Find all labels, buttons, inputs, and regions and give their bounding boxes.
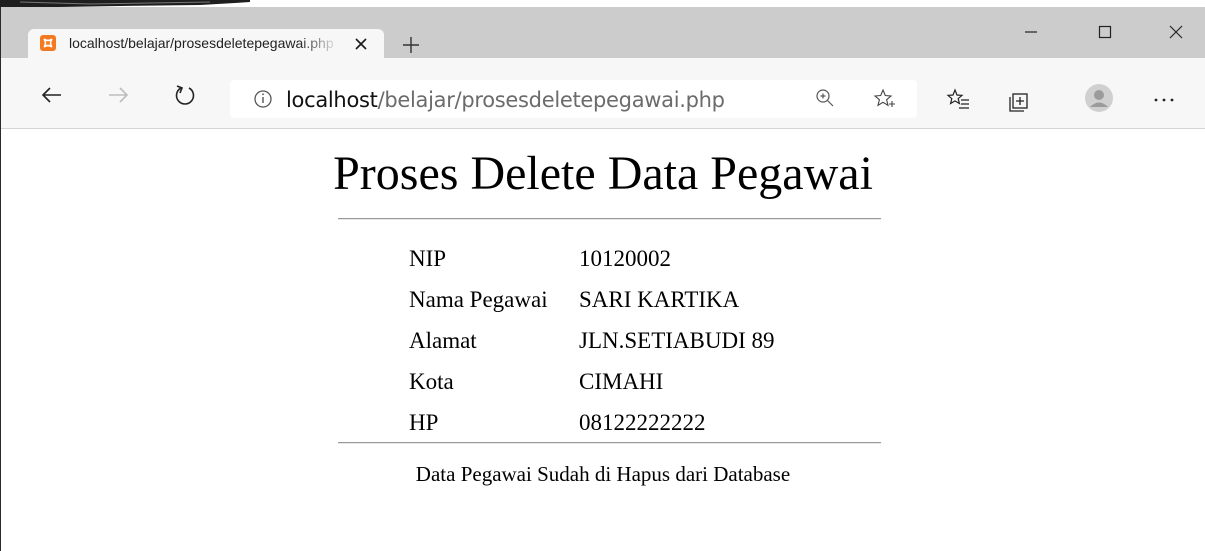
refresh-icon[interactable]: [172, 82, 198, 108]
employee-details-table: NIP 10120002 Nama Pegawai SARI KARTIKA A…: [409, 238, 775, 443]
favorites-list-icon[interactable]: [946, 88, 972, 114]
zoom-icon[interactable]: [812, 85, 838, 111]
divider-top: [338, 218, 881, 220]
more-options-icon[interactable]: [1151, 87, 1177, 113]
table-row: HP 08122222222: [409, 402, 775, 443]
address-bar[interactable]: localhost/belajar/prosesdeletepegawai.ph…: [230, 80, 917, 118]
field-label: Alamat: [409, 327, 477, 353]
browser-tab[interactable]: localhost/belajar/prosesdeletepegawai.ph…: [28, 29, 384, 58]
maximize-icon[interactable]: [1094, 21, 1116, 43]
info-icon[interactable]: [250, 86, 276, 112]
table-row: Alamat JLN.SETIABUDI 89: [409, 320, 775, 361]
desktop-background-fragment: [0, 0, 250, 7]
browser-toolbar: localhost/belajar/prosesdeletepegawai.ph…: [1, 58, 1205, 129]
field-value: 08122222222: [579, 409, 706, 435]
field-value: 10120002: [579, 245, 671, 271]
url-text[interactable]: localhost/belajar/prosesdeletepegawai.ph…: [286, 88, 725, 112]
url-host: localhost: [286, 88, 378, 112]
table-row: NIP 10120002: [409, 238, 775, 279]
close-tab-icon[interactable]: [350, 33, 372, 55]
tab-strip: localhost/belajar/prosesdeletepegawai.ph…: [1, 7, 1205, 58]
table-row: Nama Pegawai SARI KARTIKA: [409, 279, 775, 320]
field-label: Nama Pegawai: [409, 286, 548, 312]
close-window-icon[interactable]: [1165, 21, 1187, 43]
profile-avatar-icon[interactable]: [1084, 83, 1114, 113]
minimize-icon[interactable]: [1020, 21, 1042, 43]
page-content: Proses Delete Data Pegawai NIP 10120002 …: [1, 129, 1205, 551]
back-arrow-icon[interactable]: [39, 82, 65, 108]
field-label: NIP: [409, 245, 447, 271]
tab-title: localhost/belajar/prosesdeletepegawai.ph…: [69, 35, 334, 51]
field-value: JLN.SETIABUDI 89: [579, 327, 775, 353]
page-title: Proses Delete Data Pegawai: [333, 147, 873, 200]
url-path: /belajar/prosesdeletepegawai.php: [377, 88, 725, 112]
field-value: CIMAHI: [579, 368, 664, 394]
collections-icon[interactable]: [1007, 88, 1033, 114]
field-value: SARI KARTIKA: [579, 286, 740, 312]
field-label: Kota: [409, 368, 454, 394]
table-row: Kota CIMAHI: [409, 361, 775, 402]
forward-arrow-icon[interactable]: [105, 82, 131, 108]
xampp-icon: [40, 35, 56, 51]
divider-bottom: [338, 442, 881, 444]
favorite-star-icon[interactable]: [872, 87, 898, 113]
status-message: Data Pegawai Sudah di Hapus dari Databas…: [415, 462, 791, 486]
new-tab-icon[interactable]: [399, 33, 423, 57]
field-label: HP: [409, 409, 439, 435]
